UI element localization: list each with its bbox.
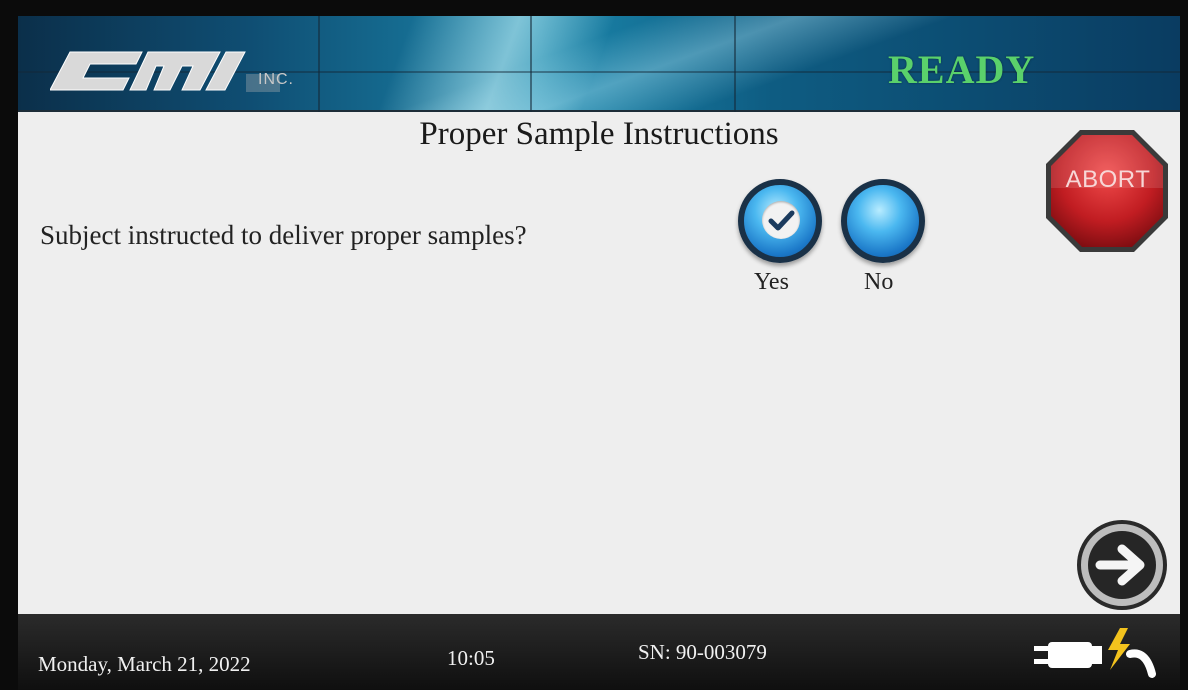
header-grid-line: [530, 16, 532, 112]
header-grid-line: [318, 16, 320, 112]
no-label: No: [864, 269, 894, 295]
no-radio-button[interactable]: [841, 179, 925, 263]
logo-inc-text: INC.: [258, 71, 294, 88]
abort-label: ABORT: [1065, 166, 1151, 193]
touchscreen: INC. READY Proper Sample Instructions Su…: [18, 16, 1180, 690]
yes-radio-button[interactable]: [738, 179, 822, 263]
footer-bar: Monday, March 21, 2022 10:05 SN: 90-0030…: [18, 614, 1180, 690]
check-icon: [762, 201, 800, 239]
page-title: Proper Sample Instructions: [419, 116, 779, 152]
date-readout: Monday, March 21, 2022: [38, 652, 251, 676]
yes-label: Yes: [754, 269, 789, 295]
header-grid-line: [734, 16, 736, 112]
ac-power-plug-icon: [1034, 628, 1156, 678]
status-readout: READY: [888, 47, 1036, 92]
question-text: Subject instructed to deliver proper sam…: [40, 220, 527, 250]
time-readout: 10:05: [447, 646, 495, 670]
serial-number-readout: SN: 90-003079: [638, 640, 767, 664]
header-bar: INC. READY: [18, 16, 1180, 112]
next-arrow-button[interactable]: [1076, 519, 1168, 611]
cmi-logo: [50, 51, 280, 92]
